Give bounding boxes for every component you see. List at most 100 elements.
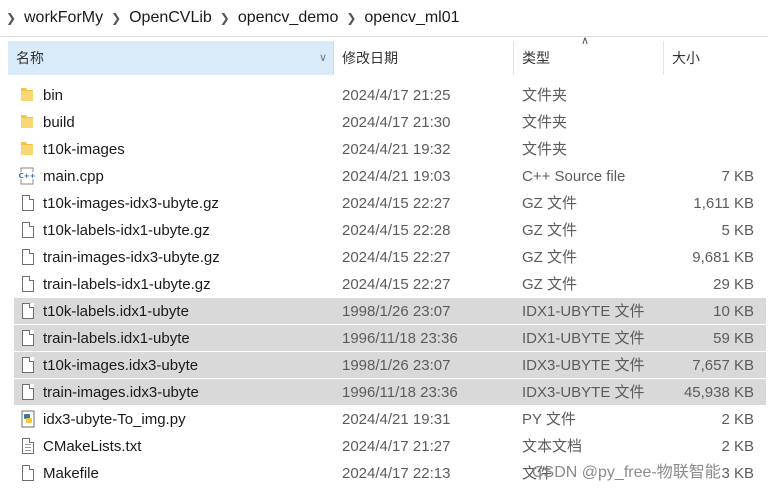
file-name: main.cpp bbox=[43, 168, 104, 185]
file-size: 7 KB bbox=[721, 168, 754, 185]
file-type: 文本文档 bbox=[522, 438, 583, 455]
breadcrumb-item-opencv-demo[interactable]: opencv_demo bbox=[236, 0, 341, 36]
folder-icon bbox=[20, 86, 34, 104]
file-size: 5 KB bbox=[721, 222, 754, 239]
file-icon bbox=[22, 357, 34, 373]
file-date: 2024/4/17 22:13 bbox=[342, 465, 451, 482]
file-name: CMakeLists.txt bbox=[43, 438, 142, 455]
file-size: 45,938 KB bbox=[683, 384, 754, 401]
file-date: 2024/4/21 19:03 bbox=[342, 168, 451, 185]
file-size: 3 KB bbox=[721, 465, 754, 482]
chevron-right-icon[interactable]: ❯ bbox=[218, 11, 232, 25]
file-row[interactable]: train-labels.idx1-ubyte 1996/11/18 23:36 I… bbox=[14, 325, 766, 351]
file-date: 2024/4/15 22:27 bbox=[342, 276, 451, 293]
file-size: 2 KB bbox=[721, 411, 754, 428]
file-row[interactable]: train-images-idx3-ubyte.gz 2024/4/15 22:2… bbox=[14, 244, 766, 270]
file-date: 2024/4/17 21:30 bbox=[342, 114, 451, 131]
file-row[interactable]: build 2024/4/17 21:30 文件夹 bbox=[14, 109, 766, 135]
file-row[interactable]: t10k-images.idx3-ubyte 1998/1/26 23:07 IDX… bbox=[14, 352, 766, 378]
python-file-icon bbox=[20, 410, 36, 428]
file-row[interactable]: C++ main.cpp 2024/4/21 19:03 C++ Source fil… bbox=[14, 163, 766, 189]
file-size: 29 KB bbox=[713, 276, 754, 293]
file-row[interactable]: idx3-ubyte-To_img.py 2024/4/21 19:31 PY 文件… bbox=[14, 406, 766, 432]
watermark: CSDN @py_free-物联智能 bbox=[532, 464, 721, 481]
file-name: train-images-idx3-ubyte.gz bbox=[43, 249, 220, 266]
column-header-size[interactable]: 大小 bbox=[664, 41, 764, 75]
file-type: GZ 文件 bbox=[522, 276, 577, 293]
file-row[interactable]: t10k-labels-idx1-ubyte.gz 2024/4/15 22:28… bbox=[14, 217, 766, 243]
file-name: bin bbox=[43, 87, 64, 104]
file-row[interactable]: CMakeLists.txt 2024/4/17 21:27 文本文档 2 KB bbox=[14, 433, 766, 459]
text-file-icon bbox=[22, 438, 34, 454]
folder-icon bbox=[20, 113, 34, 131]
file-date: 2024/4/15 22:27 bbox=[342, 249, 451, 266]
chevron-down-icon[interactable]: ∨ bbox=[319, 41, 327, 75]
file-row[interactable]: t10k-images 2024/4/21 19:32 文件夹 bbox=[14, 136, 766, 162]
file-row[interactable]: train-images.idx3-ubyte 1996/11/18 23:36 I… bbox=[14, 379, 766, 405]
file-row[interactable]: t10k-images-idx3-ubyte.gz 2024/4/15 22:27… bbox=[14, 190, 766, 216]
file-name: t10k-images-idx3-ubyte.gz bbox=[43, 195, 219, 212]
file-type: PY 文件 bbox=[522, 411, 576, 428]
file-type: IDX1-UBYTE 文件 bbox=[522, 303, 645, 320]
file-name: idx3-ubyte-To_img.py bbox=[43, 411, 186, 428]
file-type: GZ 文件 bbox=[522, 222, 577, 239]
file-date: 2024/4/21 19:31 bbox=[342, 411, 451, 428]
chevron-right-icon[interactable]: ❯ bbox=[109, 11, 123, 25]
file-type: GZ 文件 bbox=[522, 249, 577, 266]
file-row[interactable]: bin 2024/4/17 21:25 文件夹 bbox=[14, 82, 766, 108]
file-icon bbox=[22, 303, 34, 319]
breadcrumb: ❯ workForMy ❯ OpenCVLib ❯ opencv_demo ❯ … bbox=[0, 0, 768, 37]
file-size: 10 KB bbox=[713, 303, 754, 320]
file-name: t10k-images bbox=[43, 141, 125, 158]
file-size: 9,681 KB bbox=[692, 249, 754, 266]
file-date: 2024/4/17 21:25 bbox=[342, 87, 451, 104]
file-date: 1996/11/18 23:36 bbox=[342, 384, 458, 401]
column-header-name-label: 名称 bbox=[16, 50, 44, 66]
file-size: 59 KB bbox=[713, 330, 754, 347]
file-row[interactable]: t10k-labels.idx1-ubyte 1998/1/26 23:07 IDX… bbox=[14, 298, 766, 324]
file-date: 1996/11/18 23:36 bbox=[342, 330, 458, 347]
folder-icon bbox=[20, 140, 34, 158]
column-header-date-label: 修改日期 bbox=[342, 50, 398, 66]
column-header-type-label: 类型 bbox=[522, 50, 550, 66]
column-header-size-label: 大小 bbox=[672, 50, 700, 66]
file-name: Makefile bbox=[43, 465, 99, 482]
file-icon bbox=[22, 195, 34, 211]
file-date: 2024/4/17 21:27 bbox=[342, 438, 451, 455]
file-date: 2024/4/15 22:28 bbox=[342, 222, 451, 239]
file-name: train-images.idx3-ubyte bbox=[43, 384, 199, 401]
file-type: 文件夹 bbox=[522, 141, 568, 158]
chevron-right-icon[interactable]: ❯ bbox=[4, 11, 18, 25]
file-icon bbox=[22, 384, 34, 400]
file-date: 2024/4/21 19:32 bbox=[342, 141, 451, 158]
file-date: 2024/4/15 22:27 bbox=[342, 195, 451, 212]
file-type: IDX3-UBYTE 文件 bbox=[522, 384, 645, 401]
file-icon bbox=[22, 465, 34, 481]
file-size: 7,657 KB bbox=[692, 357, 754, 374]
file-type: IDX1-UBYTE 文件 bbox=[522, 330, 645, 347]
breadcrumb-item-opencv-ml01[interactable]: opencv_ml01 bbox=[362, 0, 461, 36]
file-type: IDX3-UBYTE 文件 bbox=[522, 357, 645, 374]
column-header-name[interactable]: 名称 ∨ bbox=[8, 41, 334, 75]
file-name: t10k-labels.idx1-ubyte bbox=[43, 303, 189, 320]
column-header-date[interactable]: 修改日期 bbox=[334, 41, 514, 75]
file-name: t10k-images.idx3-ubyte bbox=[43, 357, 199, 374]
file-row[interactable]: train-labels-idx1-ubyte.gz 2024/4/15 22:2… bbox=[14, 271, 766, 297]
cpp-file-icon: C++ bbox=[18, 167, 36, 185]
sort-ascending-icon: ∧ bbox=[581, 35, 590, 47]
chevron-right-icon[interactable]: ❯ bbox=[344, 11, 358, 25]
file-type: 文件夹 bbox=[522, 87, 568, 104]
file-icon bbox=[22, 276, 34, 292]
file-size: 2 KB bbox=[721, 438, 754, 455]
file-size: 1,611 KB bbox=[693, 195, 754, 212]
file-type: C++ Source file bbox=[522, 168, 626, 185]
file-name: build bbox=[43, 114, 75, 131]
breadcrumb-item-workformy[interactable]: workForMy bbox=[22, 0, 105, 36]
file-name: train-labels-idx1-ubyte.gz bbox=[43, 276, 211, 293]
column-header-row: 名称 ∨ 修改日期 类型 大小 bbox=[0, 41, 768, 75]
file-name: t10k-labels-idx1-ubyte.gz bbox=[43, 222, 210, 239]
file-date: 1998/1/26 23:07 bbox=[342, 357, 451, 374]
breadcrumb-item-opencvlib[interactable]: OpenCVLib bbox=[127, 0, 214, 36]
file-icon bbox=[22, 330, 34, 346]
file-date: 1998/1/26 23:07 bbox=[342, 303, 451, 320]
